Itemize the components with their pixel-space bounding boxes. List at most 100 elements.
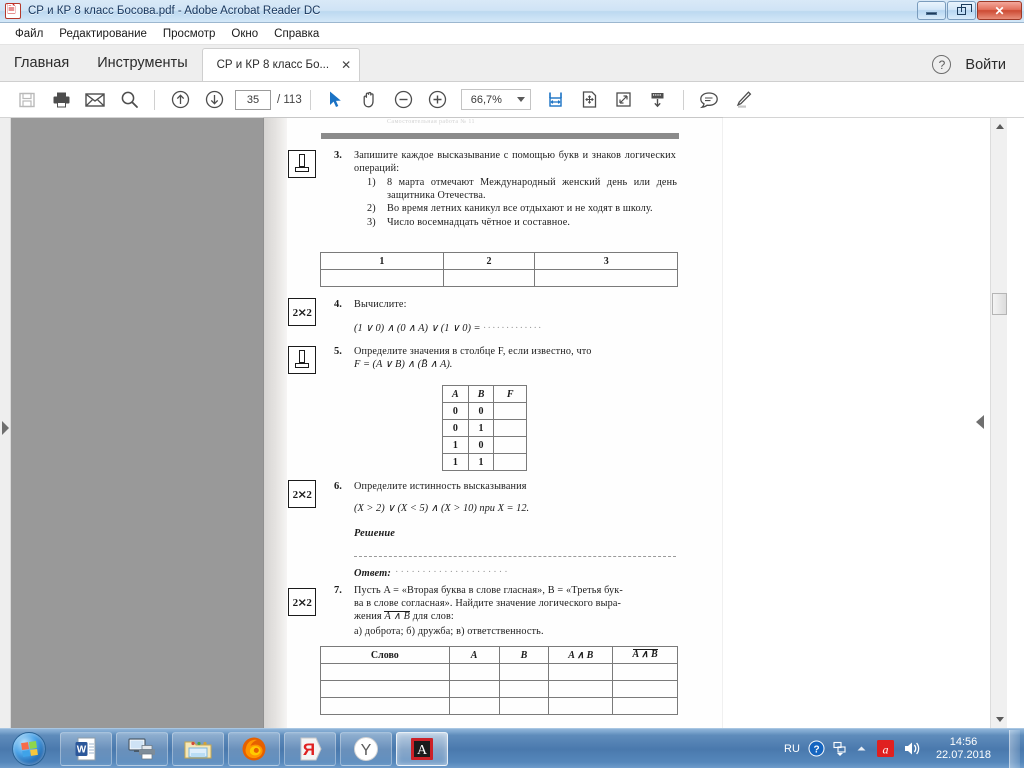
table-cell[interactable] — [493, 402, 527, 420]
table-row[interactable] — [320, 680, 678, 698]
fit-page-button[interactable] — [607, 85, 641, 115]
speaker-icon[interactable] — [903, 740, 922, 757]
table-cell[interactable] — [320, 680, 450, 698]
table-row[interactable]: 1 1 — [442, 453, 527, 471]
menu-item-file[interactable]: Файл — [7, 26, 51, 42]
table-cell[interactable] — [498, 697, 550, 715]
table-cell[interactable] — [498, 680, 550, 698]
menu-item-view[interactable]: Просмотр — [155, 26, 224, 42]
magnifier-icon — [121, 91, 138, 108]
firefox-taskbar-item[interactable] — [228, 731, 280, 766]
table-cell[interactable] — [320, 663, 450, 681]
table-row[interactable] — [320, 269, 678, 287]
table-cell[interactable] — [548, 680, 614, 698]
select-tool-button[interactable] — [319, 85, 353, 115]
scroll-down-button[interactable] — [991, 711, 1008, 728]
clock[interactable]: 14:56 22.07.2018 — [930, 736, 997, 762]
search-button[interactable] — [112, 85, 146, 115]
table-row[interactable]: 0 0 — [442, 402, 527, 420]
table-cell[interactable] — [320, 269, 444, 287]
table-cell[interactable] — [493, 453, 527, 471]
print-button[interactable] — [44, 85, 78, 115]
yandex-browser-taskbar-item[interactable]: Я — [284, 731, 336, 766]
table-cell[interactable] — [442, 269, 536, 287]
table-cell[interactable] — [548, 663, 614, 681]
close-button[interactable]: ✕ — [977, 1, 1022, 20]
network-icon[interactable] — [833, 741, 847, 757]
acrobat-taskbar-item[interactable]: A — [396, 731, 448, 766]
question-7-options: а) доброта; б) дружба; в) ответственност… — [354, 626, 544, 637]
table-row[interactable] — [320, 663, 678, 681]
save-button[interactable] — [10, 85, 44, 115]
acrobat-reader-icon: A — [411, 737, 433, 760]
close-icon[interactable]: ✕ — [341, 58, 351, 72]
scroll-mode-button[interactable] — [641, 85, 675, 115]
zoom-in-button[interactable] — [421, 85, 455, 115]
table-cell[interactable] — [493, 419, 527, 437]
next-page-button[interactable] — [197, 85, 231, 115]
fit-width-button[interactable] — [539, 85, 573, 115]
start-button[interactable] — [2, 730, 56, 768]
table-cell[interactable] — [534, 269, 678, 287]
menu-item-edit[interactable]: Редактирование — [51, 26, 155, 42]
tab-document[interactable]: СР и КР 8 класс Бо... ✕ — [201, 48, 361, 81]
table-cell[interactable] — [498, 663, 550, 681]
sign-in-button[interactable]: Войти — [965, 57, 1006, 73]
restore-button[interactable] — [947, 1, 976, 20]
help-icon[interactable]: ? — [932, 55, 952, 74]
tab-tools[interactable]: Инструменты — [83, 44, 201, 81]
question-6-answer-blank[interactable]: ····················· — [395, 567, 510, 578]
pdf-page[interactable]: Самостоятельная работа № 11 3. Запишите … — [264, 118, 722, 728]
two-by-two-icon: 2⨯2 — [288, 480, 316, 508]
question-4-blank[interactable]: ············· — [483, 323, 543, 334]
hand-tool-button[interactable] — [353, 85, 387, 115]
previous-page-button[interactable] — [163, 85, 197, 115]
yandex-y-taskbar-item[interactable]: Y — [340, 731, 392, 766]
minimize-button[interactable] — [917, 1, 946, 20]
scroll-up-button[interactable] — [991, 118, 1008, 135]
windows-start-orb-icon — [12, 731, 46, 766]
zoom-level-select[interactable]: 66,7% — [460, 89, 531, 110]
scrollbar-thumb[interactable] — [992, 293, 1007, 315]
toolbar-separator-3 — [682, 89, 684, 110]
table-row[interactable]: 1 0 — [442, 436, 527, 454]
question-6-formula: (X > 2) ∨ (X < 5) ∧ (X > 10) при X = 12. — [354, 503, 530, 514]
yandex-letter-icon: Я — [300, 737, 322, 760]
help-blue-icon[interactable]: ? — [808, 740, 825, 757]
table-cell[interactable] — [448, 680, 500, 698]
tab-home[interactable]: Главная — [0, 44, 83, 81]
table-cell[interactable] — [448, 697, 500, 715]
highlight-button[interactable] — [726, 85, 760, 115]
navigation-pane-strip[interactable] — [0, 118, 11, 728]
question-3-answer-table[interactable]: 1 2 3 — [320, 252, 678, 287]
table-row[interactable]: 0 1 — [442, 419, 527, 437]
table-cell[interactable] — [612, 680, 678, 698]
table-cell[interactable] — [612, 697, 678, 715]
triangle-left-icon[interactable] — [976, 415, 984, 429]
table-cell[interactable] — [548, 697, 614, 715]
show-desktop-button[interactable] — [1009, 729, 1020, 768]
table-row[interactable] — [320, 697, 678, 715]
solution-rule-line[interactable] — [354, 556, 676, 557]
explorer-taskbar-item[interactable] — [172, 731, 224, 766]
printer-taskbar-item[interactable] — [116, 731, 168, 766]
pan-page-button[interactable] — [573, 85, 607, 115]
language-indicator[interactable]: RU — [784, 743, 800, 755]
table-cell[interactable] — [612, 663, 678, 681]
add-comment-button[interactable] — [692, 85, 726, 115]
menu-item-window[interactable]: Окно — [223, 26, 266, 42]
email-button[interactable] — [78, 85, 112, 115]
avira-icon[interactable]: a — [876, 739, 895, 758]
table-cell[interactable] — [448, 663, 500, 681]
triangle-right-icon[interactable] — [2, 421, 9, 435]
page-number-input[interactable]: 35 — [235, 89, 271, 110]
table-cell[interactable] — [320, 697, 450, 715]
question-7-answer-table[interactable]: Слово A B A ∧ B A ∧ B — [320, 646, 678, 715]
table-cell[interactable] — [493, 436, 527, 454]
vertical-scrollbar[interactable] — [990, 118, 1007, 728]
zoom-out-button[interactable] — [387, 85, 421, 115]
word-taskbar-item[interactable]: W — [60, 731, 112, 766]
triangle-up-icon[interactable] — [855, 742, 868, 755]
question-5-truth-table[interactable]: A B F 0 0 0 1 1 0 1 1 — [442, 385, 527, 471]
menu-item-help[interactable]: Справка — [266, 26, 327, 42]
